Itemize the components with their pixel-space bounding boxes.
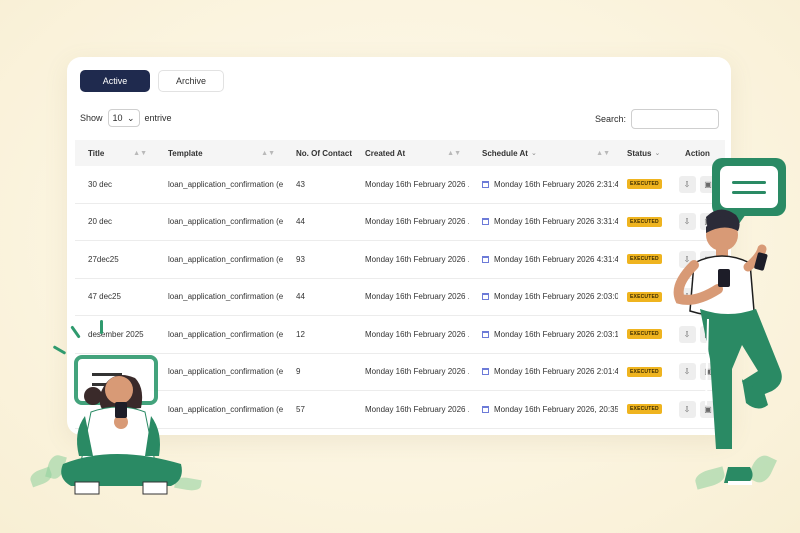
chevron-down-icon: ⌄ [126, 112, 135, 123]
cell-schedule-at: Monday 16th February 2026 4:31:42 p [469, 255, 618, 264]
calendar-icon [482, 218, 489, 226]
status-badge: EXECUTED [627, 179, 662, 190]
status-badge: EXECUTED [627, 254, 662, 265]
sitting-woman-illustration [61, 375, 182, 495]
cell-created-at: Monday 16th February 2026 . [365, 292, 469, 302]
cell-contacts: 93 [296, 254, 305, 264]
cell-schedule-at: Monday 16th February 2026 2:31:44 p [469, 180, 618, 189]
calendar-icon [482, 180, 489, 188]
sort-arrows-icon: ▲▼ [261, 149, 275, 157]
cell-schedule-at: Monday 16th February 2026 3:31:43 p [469, 217, 618, 226]
show-label: Show [80, 113, 103, 123]
page-size-control: Show 10 ⌄ entrive [80, 109, 172, 127]
cell-schedule-at: Monday 16th February 2026 2:03:08 p [469, 292, 618, 301]
cell-schedule-at: Monday 16th February 2026 2:01:47 p [469, 367, 618, 376]
table-row[interactable]: 20 dec loan_application_confirmation (en… [75, 204, 725, 241]
cell-template: loan_application_confirmation (en) [168, 292, 283, 302]
status-badge: EXECUTED [627, 366, 662, 377]
page-size-value: 10 [112, 113, 123, 123]
cell-created-at: Monday 16th February 2026 . [365, 367, 469, 377]
cell-template: loan_application_confirmation (en) [168, 254, 283, 264]
cell-status: EXECUTED [618, 179, 670, 190]
status-badge: EXECUTED [627, 329, 662, 340]
cell-title: 47 dec25 [88, 292, 121, 302]
cell-template: loan_application_confirmation (en) [168, 217, 283, 227]
cell-status: EXECUTED [618, 291, 670, 302]
sort-arrows-icon: ▲▼ [596, 149, 610, 157]
header-created-at[interactable]: Created At ▲▼ [352, 149, 469, 158]
cell-contacts: 57 [296, 404, 305, 414]
calendar-icon [482, 293, 489, 301]
table-row[interactable]: 27dec25 loan_application_confirmation (e… [75, 241, 725, 279]
cell-contacts: 9 [296, 367, 301, 377]
download-icon[interactable]: ⇩ [678, 175, 696, 193]
cell-created-at: Monday 16th February 2026 . [365, 254, 469, 264]
sort-arrows-icon: ▲▼ [133, 149, 147, 157]
table-row[interactable]: desember 2025 loan_application_confirmat… [75, 316, 725, 354]
status-badge: EXECUTED [627, 216, 662, 227]
calendar-icon [482, 255, 489, 263]
cell-title: desember 2025 [88, 329, 144, 339]
header-status[interactable]: Status ⌄ [618, 149, 670, 158]
cell-title: 30 dec [88, 179, 113, 189]
calendar-icon [482, 368, 489, 376]
cell-title: 20 dec [88, 217, 113, 227]
entries-label: entrive [144, 113, 172, 123]
header-contacts[interactable]: No. Of Contacts⌄ [283, 149, 352, 158]
cell-created-at: Monday 16th February 2026 . [365, 329, 469, 339]
calendar-icon [482, 330, 489, 338]
header-schedule-at[interactable]: Schedule At ⌄ ▲▼ [469, 149, 618, 158]
status-badge: EXECUTED [627, 404, 662, 415]
sort-arrows-icon: ▲▼ [447, 149, 461, 157]
cell-contacts: 12 [296, 329, 305, 339]
cell-status: EXECUTED [618, 366, 670, 377]
table-header: Title▲▼ Template▲▼ No. Of Contacts⌄ Crea… [75, 140, 725, 166]
search-control: Search: [595, 109, 719, 129]
cell-template: loan_application_confirmation (en) [168, 179, 283, 189]
cell-status: EXECUTED [618, 329, 670, 340]
cell-created-at: Monday 16th February 2026 . [365, 404, 469, 414]
header-template[interactable]: Template ▲▼ [155, 149, 283, 158]
cell-schedule-at: Monday 16th February 2026, 20:35:36 [469, 405, 618, 414]
tab-archive[interactable]: Archive [158, 70, 224, 92]
status-badge: EXECUTED [627, 291, 662, 302]
tab-active[interactable]: Active [80, 70, 150, 92]
search-label: Search: [594, 114, 626, 124]
cell-contacts: 44 [296, 217, 305, 227]
decor-spark [100, 320, 103, 334]
cell-status: EXECUTED [618, 216, 670, 227]
cell-schedule-at: Monday 16th February 2026 2:03:17 p [469, 330, 618, 339]
header-action: Action [685, 148, 710, 158]
cell-status: EXECUTED [618, 404, 670, 415]
tab-bar: Active Archive [80, 70, 224, 92]
cell-contacts: 43 [296, 179, 305, 189]
calendar-icon [482, 405, 489, 413]
cell-status: EXECUTED [618, 254, 670, 265]
cell-contacts: 44 [296, 292, 305, 302]
standing-man-illustration [673, 209, 782, 485]
cell-title: 27dec25 [88, 254, 119, 264]
chevron-down-icon: ⌄ [654, 150, 661, 157]
cell-created-at: Monday 16th February 2026 . [365, 179, 469, 189]
table-row[interactable]: 47 dec25 loan_application_confirmation (… [75, 279, 725, 316]
chevron-down-icon: ⌄ [530, 150, 537, 157]
cell-created-at: Monday 16th February 2026 . [365, 217, 469, 227]
search-input[interactable] [631, 109, 719, 129]
page-size-select[interactable]: 10 ⌄ [107, 109, 140, 127]
chat-bubble-lines [720, 166, 778, 208]
cell-template: loan_application_confirmation (en) [168, 329, 283, 339]
header-title[interactable]: Title ▲▼ [75, 149, 155, 158]
table-row[interactable]: 30 dec loan_application_confirmation (en… [75, 166, 725, 204]
